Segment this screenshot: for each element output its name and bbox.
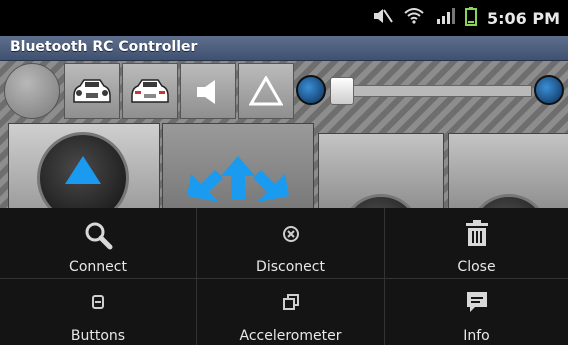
direction-arrows-icon xyxy=(181,154,295,208)
speaker-icon xyxy=(193,78,223,110)
up-arrow-icon xyxy=(63,154,103,190)
search-icon xyxy=(83,220,113,254)
menu-label-disconnect: Disconect xyxy=(256,259,325,275)
menu-label-close: Close xyxy=(457,259,496,275)
slider-left-knob xyxy=(296,75,326,105)
horn-button[interactable] xyxy=(180,63,236,119)
status-time: 5:06 PM xyxy=(486,8,560,28)
controller-toolbar xyxy=(0,61,568,121)
accelerometer-icon xyxy=(281,293,301,315)
right-control-pad[interactable] xyxy=(448,133,568,208)
back-lights-button[interactable] xyxy=(122,63,178,119)
left-control-knob[interactable] xyxy=(341,194,421,208)
car-rear-icon xyxy=(126,76,174,110)
car-front-icon xyxy=(68,76,116,110)
disconnect-icon xyxy=(281,224,301,248)
buttons-icon xyxy=(89,293,107,315)
mute-icon xyxy=(371,6,393,30)
slider-thumb[interactable] xyxy=(330,77,354,105)
menu-item-connect[interactable]: Connect xyxy=(0,208,196,278)
status-indicator xyxy=(4,63,60,119)
menu-item-disconnect[interactable]: Disconect xyxy=(197,208,384,278)
info-icon xyxy=(464,289,490,319)
speed-slider[interactable] xyxy=(296,75,564,105)
forward-backward-pad[interactable] xyxy=(8,123,160,208)
status-bar: 5:06 PM xyxy=(0,0,568,36)
hazard-button[interactable] xyxy=(238,63,294,119)
wifi-icon xyxy=(403,6,425,30)
menu-item-info[interactable]: Info xyxy=(385,279,568,345)
slider-right-knob xyxy=(534,75,564,105)
front-lights-button[interactable] xyxy=(64,63,120,119)
right-control-knob[interactable] xyxy=(469,194,549,208)
menu-item-accelerometer[interactable]: Accelerometer xyxy=(197,279,384,345)
steering-pad[interactable] xyxy=(162,123,314,208)
left-control-pad[interactable] xyxy=(318,133,444,208)
signal-icon xyxy=(435,6,455,30)
app-title-bar: Bluetooth RC Controller xyxy=(0,36,568,61)
menu-label-connect: Connect xyxy=(69,259,127,275)
controller-area xyxy=(0,61,568,208)
menu-item-close[interactable]: Close xyxy=(385,208,568,278)
menu-label-accelerometer: Accelerometer xyxy=(239,328,342,344)
menu-item-buttons[interactable]: Buttons xyxy=(0,279,196,345)
options-menu: Connect Disconect Close Buttons Accelero… xyxy=(0,208,568,345)
menu-label-buttons: Buttons xyxy=(70,328,126,344)
battery-icon xyxy=(464,6,477,30)
trash-icon xyxy=(464,218,490,252)
app-title: Bluetooth RC Controller xyxy=(10,39,198,55)
warning-triangle-icon xyxy=(248,74,284,110)
menu-label-info: Info xyxy=(463,328,490,344)
slider-track xyxy=(330,85,532,97)
